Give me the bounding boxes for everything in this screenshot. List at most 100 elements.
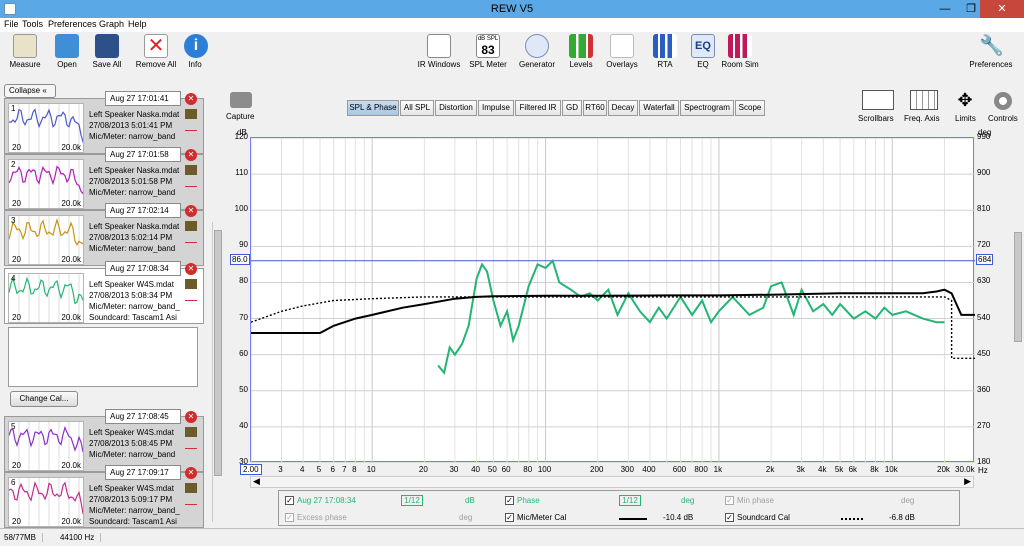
scrollbars-label[interactable]: Scrollbars: [858, 114, 894, 123]
graph-horizontal-scrollbar[interactable]: ◀ ▶: [250, 476, 974, 488]
remove-all-button[interactable]: ✕ Remove All: [134, 34, 178, 69]
save-all-label: Save All: [92, 60, 122, 69]
measurement-notes[interactable]: [8, 327, 198, 387]
limits-label[interactable]: Limits: [955, 114, 976, 123]
spl-meter-button[interactable]: dB SPL 83 SPL Meter: [468, 34, 508, 69]
measurement-info-icon[interactable]: [185, 165, 197, 175]
tab-decay[interactable]: Decay: [608, 100, 638, 116]
measurement-name-field[interactable]: Aug 27 17:09:17: [105, 465, 181, 480]
measurement-info-icon[interactable]: [185, 427, 197, 437]
measurement-thumbnail[interactable]: 3 20 20.0k: [8, 215, 84, 265]
measurement-info-icon[interactable]: [185, 109, 197, 119]
measurement-color-icon[interactable]: [185, 123, 197, 131]
measurement-thumbnail[interactable]: 6 20 20.0k: [8, 477, 84, 527]
panel-scroll-thumb[interactable]: [214, 230, 222, 476]
measurement-color-icon[interactable]: [185, 179, 197, 187]
minimize-button[interactable]: —: [932, 0, 958, 18]
tab-spectrogram[interactable]: Spectrogram: [680, 100, 734, 116]
measurement-thumbnail[interactable]: 2 20 20.0k: [8, 159, 84, 209]
measurement-thumbnail[interactable]: 4 20 20.0k: [8, 273, 84, 323]
measurement-info-icon[interactable]: [185, 279, 197, 289]
tab-scope[interactable]: Scope: [735, 100, 765, 116]
x-tick-label: 3: [278, 465, 283, 474]
menu-preferences[interactable]: Preferences: [48, 19, 97, 29]
measurement-color-icon[interactable]: [185, 293, 197, 301]
menu-tools[interactable]: Tools: [22, 19, 43, 29]
measurement-info-icon[interactable]: [185, 483, 197, 493]
remove-measurement-icon[interactable]: ✕: [185, 263, 197, 275]
measurement-item[interactable]: 5 20 20.0k Aug 27 17:08:45 ✕ Left Speaker W4S…: [4, 409, 204, 472]
measurement-color-icon[interactable]: [185, 441, 197, 449]
measurement-item[interactable]: 4 20 20.0k Aug 27 17:08:34 ✕ Left Speaker W4S…: [4, 261, 204, 324]
scroll-right-icon[interactable]: ▶: [964, 476, 971, 487]
tab-spl-phase[interactable]: SPL & Phase: [347, 100, 399, 116]
measurement-item[interactable]: 6 20 20.0k Aug 27 17:09:17 ✕ Left Speaker W4S…: [4, 465, 204, 528]
remove-measurement-icon[interactable]: ✕: [185, 93, 197, 105]
measurement-color-icon[interactable]: [185, 235, 197, 243]
measurement-thumbnail[interactable]: 5 20 20.0k: [8, 421, 84, 471]
remove-measurement-icon[interactable]: ✕: [185, 411, 197, 423]
legend-checkbox-mic-cal[interactable]: ✓: [505, 513, 514, 522]
camera-icon[interactable]: [230, 92, 252, 108]
legend-checkbox-min-phase[interactable]: ✓: [725, 496, 734, 505]
freq-axis-label[interactable]: Freq. Axis: [904, 114, 940, 123]
smoothing-badge-phase[interactable]: 1/12: [619, 495, 641, 506]
measurement-name-field[interactable]: Aug 27 17:01:41: [105, 91, 181, 106]
tab-gd[interactable]: GD: [562, 100, 582, 116]
capture-label[interactable]: Capture: [226, 112, 254, 121]
tab-distortion[interactable]: Distortion: [435, 100, 477, 116]
open-button[interactable]: Open: [54, 34, 80, 69]
measurement-name-field[interactable]: Aug 27 17:02:14: [105, 203, 181, 218]
remove-measurement-icon[interactable]: ✕: [185, 205, 197, 217]
measurement-thumbnail[interactable]: 1 20 20.0k: [8, 103, 84, 153]
spl-phase-graph[interactable]: [250, 137, 976, 464]
legend-checkbox-phase[interactable]: ✓: [505, 496, 514, 505]
eq-button[interactable]: EQ EQ: [690, 34, 716, 69]
measurement-item[interactable]: 3 20 20.0k Aug 27 17:02:14 ✕ Left Speaker Nas…: [4, 203, 204, 266]
measurement-name-field[interactable]: Aug 27 17:08:45: [105, 409, 181, 424]
overlays-button[interactable]: Overlays: [604, 34, 640, 69]
remove-measurement-icon[interactable]: ✕: [185, 149, 197, 161]
freq-axis-icon[interactable]: [910, 90, 938, 110]
menu-graph[interactable]: Graph: [99, 19, 124, 29]
limits-icon[interactable]: ✥: [952, 90, 978, 110]
smoothing-badge-measurement[interactable]: 1/12: [401, 495, 423, 506]
ir-windows-button[interactable]: IR Windows: [416, 34, 462, 69]
legend-line-mic-cal: [619, 518, 647, 520]
measurement-color-icon[interactable]: [185, 497, 197, 505]
menu-help[interactable]: Help: [128, 19, 147, 29]
legend-checkbox-excess-phase[interactable]: ✓: [285, 513, 294, 522]
tab-rt60[interactable]: RT60: [583, 100, 607, 116]
preferences-button[interactable]: 🔧 Preferences: [966, 34, 1016, 69]
gear-icon[interactable]: [994, 92, 1012, 110]
room-sim-button[interactable]: Room Sim: [720, 34, 760, 69]
x-tick-label: 60: [501, 465, 511, 474]
panel-scrollbar[interactable]: [212, 222, 222, 522]
controls-label[interactable]: Controls: [988, 114, 1018, 123]
legend-checkbox-soundcard-cal[interactable]: ✓: [725, 513, 734, 522]
measurement-item[interactable]: 1 20 20.0k Aug 27 17:01:41 ✕ Left Speaker Nas…: [4, 91, 204, 154]
rta-button[interactable]: RTA: [652, 34, 678, 69]
measurement-info-icon[interactable]: [185, 221, 197, 231]
tab-waterfall[interactable]: Waterfall: [639, 100, 679, 116]
save-all-button[interactable]: Save All: [90, 34, 124, 69]
info-button[interactable]: i Info: [184, 34, 208, 69]
tab-impulse[interactable]: Impulse: [478, 100, 514, 116]
tab-filtered-ir[interactable]: Filtered IR: [515, 100, 561, 116]
collapse-button[interactable]: Collapse «: [4, 84, 56, 98]
levels-button[interactable]: Levels: [566, 34, 596, 69]
close-button[interactable]: ✕: [980, 0, 1024, 18]
measurement-name-field[interactable]: Aug 27 17:08:34: [105, 261, 181, 276]
measurement-item[interactable]: 2 20 20.0k Aug 27 17:01:58 ✕ Left Speaker Nas…: [4, 147, 204, 210]
tab-all-spl[interactable]: All SPL: [400, 100, 434, 116]
generator-button[interactable]: Generator: [517, 34, 557, 69]
scroll-left-icon[interactable]: ◀: [253, 476, 260, 487]
graph-vertical-scrollbar[interactable]: [1014, 232, 1022, 342]
legend-checkbox-measurement[interactable]: ✓: [285, 496, 294, 505]
menu-file[interactable]: File: [4, 19, 19, 29]
change-cal-button[interactable]: Change Cal...: [10, 391, 78, 407]
measure-button[interactable]: Measure: [8, 34, 42, 69]
scrollbars-icon[interactable]: [862, 90, 894, 110]
remove-measurement-icon[interactable]: ✕: [185, 467, 197, 479]
measurement-name-field[interactable]: Aug 27 17:01:58: [105, 147, 181, 162]
